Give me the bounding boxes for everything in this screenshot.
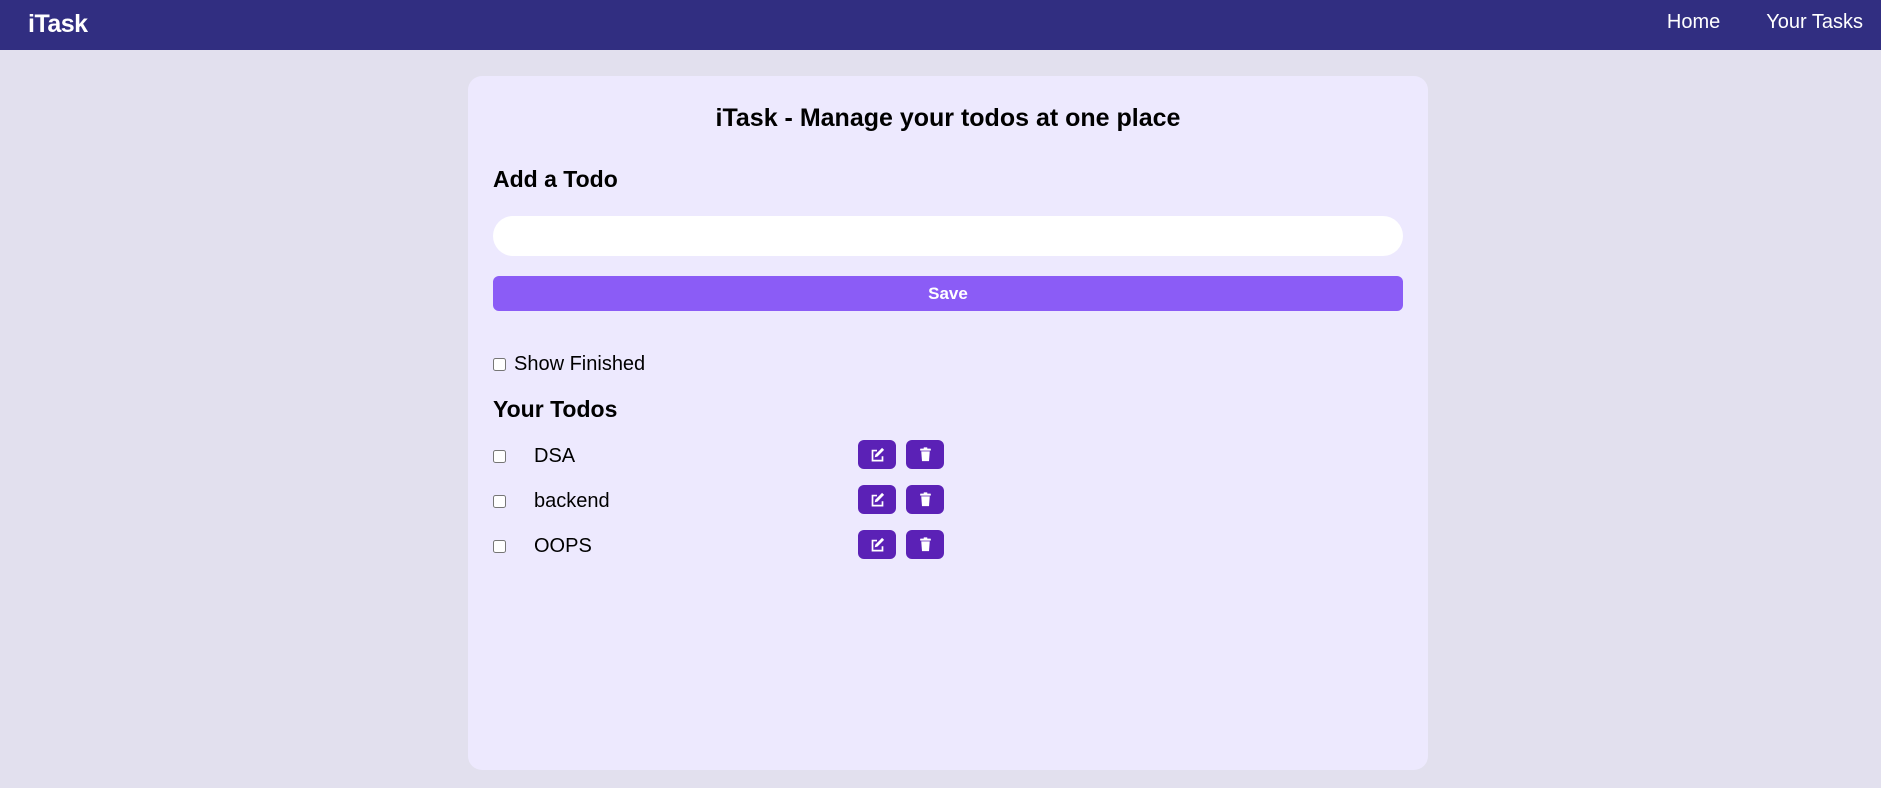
edit-icon	[871, 447, 884, 462]
edit-button[interactable]	[858, 485, 896, 514]
delete-button[interactable]	[906, 485, 944, 514]
edit-button[interactable]	[858, 530, 896, 559]
edit-icon	[871, 492, 884, 507]
todo-item: backend	[493, 485, 993, 530]
todo-item: OOPS	[493, 530, 993, 575]
todo-list: DSA backend OOPS	[493, 440, 993, 575]
delete-button[interactable]	[906, 440, 944, 469]
edit-icon	[871, 537, 884, 552]
show-finished-label: Show Finished	[514, 353, 646, 375]
navbar: iTask Home Your Tasks	[0, 0, 1881, 50]
delete-button[interactable]	[906, 530, 944, 559]
trash-icon	[919, 492, 931, 507]
todo-text: OOPS	[534, 535, 592, 557]
brand-logo[interactable]: iTask	[28, 10, 88, 39]
todo-checkbox[interactable]	[493, 450, 506, 463]
edit-button[interactable]	[858, 440, 896, 469]
todo-input[interactable]	[493, 216, 1403, 256]
todo-card: iTask - Manage your todos at one place A…	[468, 76, 1428, 770]
trash-icon	[919, 537, 931, 552]
your-todos-heading: Your Todos	[493, 396, 618, 422]
nav-links: Home Your Tasks	[1667, 11, 1863, 34]
todo-checkbox[interactable]	[493, 540, 506, 553]
show-finished-toggle[interactable]: Show Finished	[493, 353, 645, 376]
todo-checkbox[interactable]	[493, 495, 506, 508]
add-todo-heading: Add a Todo	[493, 166, 618, 192]
save-button[interactable]: Save	[493, 276, 1403, 311]
show-finished-checkbox[interactable]	[493, 358, 506, 371]
todo-text: backend	[534, 490, 610, 512]
nav-link-your-tasks[interactable]: Your Tasks	[1766, 11, 1863, 34]
todo-text: DSA	[534, 445, 576, 467]
nav-link-home[interactable]: Home	[1667, 11, 1720, 34]
todo-item: DSA	[493, 440, 993, 485]
page-title: iTask - Manage your todos at one place	[715, 104, 1181, 132]
trash-icon	[919, 447, 931, 462]
